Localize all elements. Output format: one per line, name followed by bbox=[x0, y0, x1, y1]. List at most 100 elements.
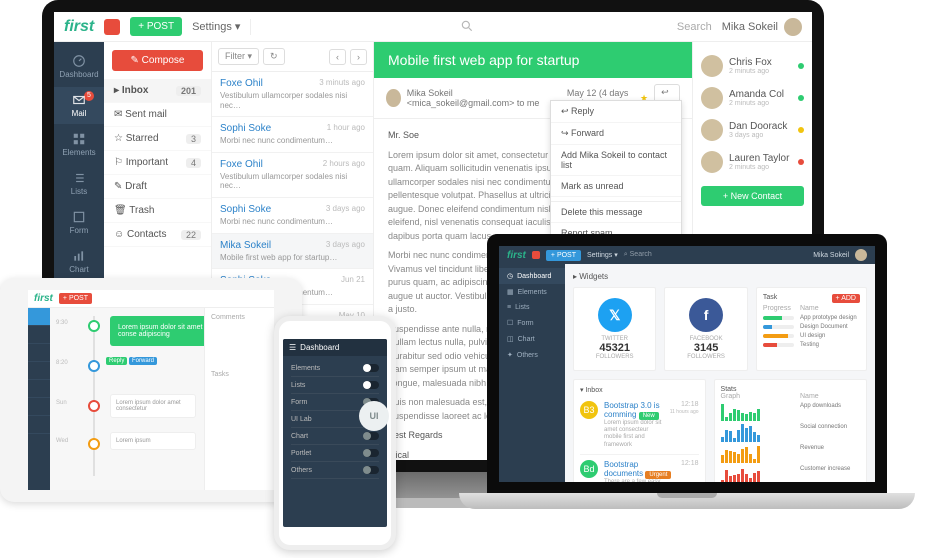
logo[interactable]: first bbox=[64, 18, 94, 36]
mobile-menu-item[interactable]: Others bbox=[291, 462, 379, 479]
folder-sent[interactable]: ✉ Sent mail bbox=[104, 103, 211, 127]
toggle[interactable] bbox=[363, 381, 379, 389]
new-contact-button[interactable]: + New Contact bbox=[701, 186, 804, 206]
logo[interactable]: first bbox=[507, 250, 526, 261]
contact-item[interactable]: Dan Doorack3 days ago bbox=[701, 114, 804, 146]
user-name[interactable]: Mika Sokeil bbox=[722, 21, 778, 33]
sidebar-item-elements[interactable]: ▦ Elements bbox=[499, 284, 565, 300]
sidebar-item[interactable] bbox=[28, 344, 50, 362]
sidebar-item[interactable] bbox=[28, 362, 50, 380]
folder-important[interactable]: ⚐ Important4 bbox=[104, 151, 211, 175]
next-page-button[interactable]: › bbox=[350, 49, 367, 65]
stats-widget: Stats GraphName App downloadsSocial conn… bbox=[714, 379, 867, 482]
sidebar-item[interactable] bbox=[28, 416, 50, 434]
avatar[interactable] bbox=[855, 249, 867, 261]
add-task-button[interactable]: + ADD bbox=[832, 294, 860, 303]
mobile-header: ☰ Dashboard bbox=[283, 339, 387, 356]
stat-row: Customer increase bbox=[721, 466, 860, 482]
sidebar-item-elements[interactable]: Elements bbox=[54, 126, 104, 163]
contact-item[interactable]: Amanda Col2 minuts ago bbox=[701, 82, 804, 114]
user-name[interactable]: Mika Sokeil bbox=[813, 252, 849, 259]
timeline-bubble: Lorem ipsum dolor amet consectetur bbox=[110, 394, 196, 418]
dashboard-app: first + POST Settings ▾ ⌕ Search Mika So… bbox=[499, 246, 875, 482]
message-item[interactable]: 1 hour agoSophi SokeMorbi nec nunc condi… bbox=[212, 117, 373, 153]
timeline-node[interactable] bbox=[88, 320, 100, 332]
post-button[interactable]: + POST bbox=[59, 293, 92, 304]
laptop-base bbox=[459, 493, 915, 509]
message-item[interactable]: 3 days agoMika SokeilMobile first web ap… bbox=[212, 234, 373, 270]
folder-draft[interactable]: ✎ Draft bbox=[104, 175, 211, 199]
search-input[interactable]: Search bbox=[250, 19, 711, 35]
sidebar-item[interactable] bbox=[28, 308, 50, 326]
sidebar-item-form[interactable]: Form bbox=[54, 204, 104, 241]
timeline-node[interactable] bbox=[88, 400, 100, 412]
timeline-node[interactable] bbox=[88, 360, 100, 372]
notification-icon[interactable] bbox=[104, 19, 120, 35]
sidebar-item-form[interactable]: ☐ Form bbox=[499, 315, 565, 331]
contact-item[interactable]: Lauren Taylor2 minuts ago bbox=[701, 146, 804, 178]
refresh-button[interactable]: ↻ bbox=[263, 48, 285, 65]
facebook-card[interactable]: f FACEBOOK 3145 FOLLOWERS bbox=[664, 287, 747, 371]
settings-menu[interactable]: Settings ▾ bbox=[587, 251, 618, 259]
mobile-menu-item[interactable]: Chart bbox=[291, 428, 379, 445]
folder-contacts[interactable]: ☺ Contacts22 bbox=[104, 223, 211, 247]
folder-trash[interactable]: 🗑 Trash bbox=[104, 199, 211, 223]
timeline-card[interactable]: Lorem ipsum dolor sit amet conse adipisc… bbox=[110, 316, 204, 346]
sidebar-item[interactable] bbox=[28, 380, 50, 398]
message-item[interactable]: 3 days agoSophi SokeMorbi nec nunc condi… bbox=[212, 198, 373, 234]
compose-button[interactable]: ✎ Compose bbox=[112, 50, 203, 71]
action-reply[interactable]: ↩ Reply bbox=[551, 101, 681, 123]
twitter-icon: 𝕏 bbox=[598, 298, 632, 332]
list-icon bbox=[72, 171, 86, 185]
mobile-menu-item[interactable]: Portlet bbox=[291, 445, 379, 462]
prev-page-button[interactable]: ‹ bbox=[329, 49, 346, 65]
timeline-node[interactable] bbox=[88, 438, 100, 450]
grid-icon bbox=[72, 132, 86, 146]
mobile-menu-item[interactable]: Elements bbox=[291, 360, 379, 377]
mobile-menu-item[interactable]: Lists bbox=[291, 377, 379, 394]
toggle[interactable] bbox=[363, 432, 379, 440]
sidebar-item[interactable] bbox=[28, 326, 50, 344]
action-mark-unread[interactable]: Mark as unread bbox=[551, 176, 681, 197]
sidebar-item-lists[interactable]: ≡ Lists bbox=[499, 300, 565, 315]
action-add-contact[interactable]: Add Mika Sokeil to contact list bbox=[551, 145, 681, 176]
settings-menu[interactable]: Settings ▾ bbox=[192, 20, 240, 33]
post-button[interactable]: + POST bbox=[130, 17, 182, 36]
notification-icon[interactable] bbox=[532, 251, 540, 259]
task-row: App prototype design bbox=[763, 315, 860, 321]
toggle[interactable] bbox=[363, 364, 379, 372]
inbox-row[interactable]: B3Bootstrap 3.0 is comming NewLorem ipsu… bbox=[580, 396, 699, 455]
sidebar-item-chart[interactable]: ◫ Chart bbox=[499, 331, 565, 347]
stat-row: Revenue bbox=[721, 445, 860, 463]
post-button[interactable]: + POST bbox=[546, 250, 581, 261]
mail-actions-dropdown: ↩ Reply ↪ Forward Add Mika Sokeil to con… bbox=[550, 100, 682, 245]
stat-row: Social connection bbox=[721, 424, 860, 442]
logo[interactable]: first bbox=[34, 293, 53, 304]
folder-starred[interactable]: ☆ Starred3 bbox=[104, 127, 211, 151]
sidebar-item-chart[interactable]: Chart bbox=[54, 243, 104, 280]
toggle[interactable] bbox=[363, 466, 379, 474]
sidebar-item-dashboard[interactable]: Dashboard bbox=[54, 48, 104, 85]
action-forward[interactable]: ↪ Forward bbox=[551, 123, 681, 145]
sidebar-item-lists[interactable]: Lists bbox=[54, 165, 104, 202]
folder-inbox[interactable]: ▸ Inbox201 bbox=[104, 79, 211, 103]
filter-button[interactable]: Filter ▾ bbox=[218, 48, 259, 65]
sidebar-item-dashboard[interactable]: ◷ Dashboard bbox=[499, 268, 565, 284]
avatar[interactable] bbox=[784, 18, 802, 36]
twitter-card[interactable]: 𝕏 TWITTER 45321 FOLLOWERS bbox=[573, 287, 656, 371]
message-item[interactable]: 2 hours agoFoxe OhilVestibulum ullamcorp… bbox=[212, 153, 373, 198]
inbox-row[interactable]: BdBootstrap documents UrgentThere are a … bbox=[580, 455, 699, 482]
sidebar-item[interactable] bbox=[28, 398, 50, 416]
timeline: Lorem ipsum dolor sit amet conse adipisc… bbox=[50, 308, 204, 490]
sidebar-item-mail[interactable]: 5Mail bbox=[54, 87, 104, 124]
mail-icon bbox=[72, 93, 86, 107]
mail-from: Mika Sokeil <mica_sokeil@gmail.com> to m… bbox=[407, 88, 555, 108]
action-delete[interactable]: Delete this message bbox=[551, 201, 681, 223]
task-row: Testing bbox=[763, 342, 860, 348]
contact-item[interactable]: Chris Fox2 minuts ago bbox=[701, 50, 804, 82]
fab-button[interactable]: UI bbox=[359, 401, 387, 431]
sidebar-item-others[interactable]: ✦ Others bbox=[499, 347, 565, 363]
message-item[interactable]: 3 minuts agoFoxe OhilVestibulum ullamcor… bbox=[212, 72, 373, 117]
stat-row: App downloads bbox=[721, 403, 860, 421]
toggle[interactable] bbox=[363, 449, 379, 457]
